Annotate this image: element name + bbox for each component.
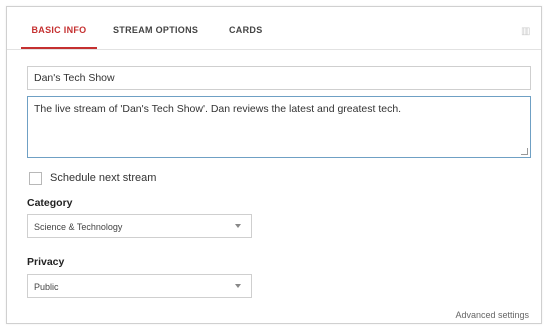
tab-basic-info[interactable]: BASIC INFO — [21, 25, 97, 49]
privacy-label: Privacy — [27, 256, 65, 268]
resize-grip-icon[interactable] — [521, 148, 528, 155]
tab-cards[interactable]: CARDS — [229, 25, 263, 49]
schedule-checkbox-label[interactable]: Schedule next stream — [50, 172, 156, 184]
description-text: The live stream of 'Dan's Tech Show'. Da… — [34, 103, 402, 115]
chevron-down-icon — [235, 224, 241, 228]
tab-bar: BASIC INFO STREAM OPTIONS CARDS ▥ — [7, 7, 541, 50]
privacy-selected-value: Public — [34, 282, 59, 292]
advanced-settings-link[interactable]: Advanced settings — [455, 310, 529, 320]
panel-handle-icon: ▥ — [521, 26, 531, 37]
category-label: Category — [27, 197, 73, 209]
stream-settings-card: BASIC INFO STREAM OPTIONS CARDS ▥ Dan's … — [6, 6, 542, 324]
category-selected-value: Science & Technology — [34, 222, 123, 232]
schedule-checkbox[interactable] — [29, 172, 42, 185]
privacy-select[interactable]: Public — [27, 274, 252, 298]
description-textarea[interactable]: The live stream of 'Dan's Tech Show'. Da… — [27, 96, 531, 158]
tab-stream-options[interactable]: STREAM OPTIONS — [113, 25, 198, 49]
title-input[interactable]: Dan's Tech Show — [27, 66, 531, 90]
chevron-down-icon — [235, 284, 241, 288]
category-select[interactable]: Science & Technology — [27, 214, 252, 238]
